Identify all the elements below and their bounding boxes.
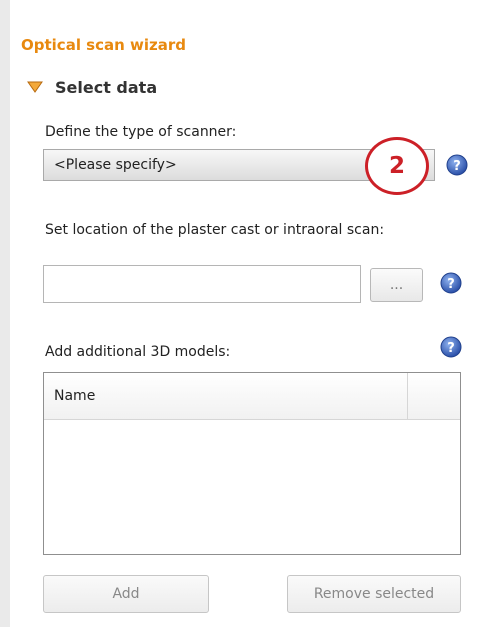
browse-button[interactable]: ... (370, 268, 423, 302)
section-label: Select data (55, 77, 158, 97)
help-icon[interactable]: ? (440, 272, 462, 294)
svg-text:?: ? (447, 341, 455, 356)
step-callout-number: 2 (388, 153, 405, 179)
svg-text:?: ? (447, 277, 455, 292)
location-label: Set location of the plaster cast or intr… (45, 222, 385, 238)
add-button[interactable]: Add (43, 575, 209, 613)
step-callout: 2 (365, 137, 429, 195)
column-header-empty[interactable] (408, 373, 460, 419)
scanner-type-value: <Please specify> (54, 157, 177, 173)
triangle-down-icon[interactable] (27, 81, 43, 93)
wizard-title: Optical scan wizard (21, 36, 187, 54)
section-select-data[interactable]: Select data (27, 75, 157, 99)
scanner-type-label: Define the type of scanner: (45, 124, 237, 140)
remove-selected-button[interactable]: Remove selected (287, 575, 461, 613)
list-header: Name (44, 373, 460, 420)
models-list[interactable]: Name (43, 372, 461, 555)
help-icon[interactable]: ? (440, 336, 462, 358)
help-icon[interactable]: ? (446, 154, 468, 176)
svg-text:?: ? (453, 159, 461, 174)
models-label: Add additional 3D models: (45, 344, 231, 360)
location-input[interactable] (43, 265, 361, 303)
column-header-name[interactable]: Name (44, 373, 408, 419)
